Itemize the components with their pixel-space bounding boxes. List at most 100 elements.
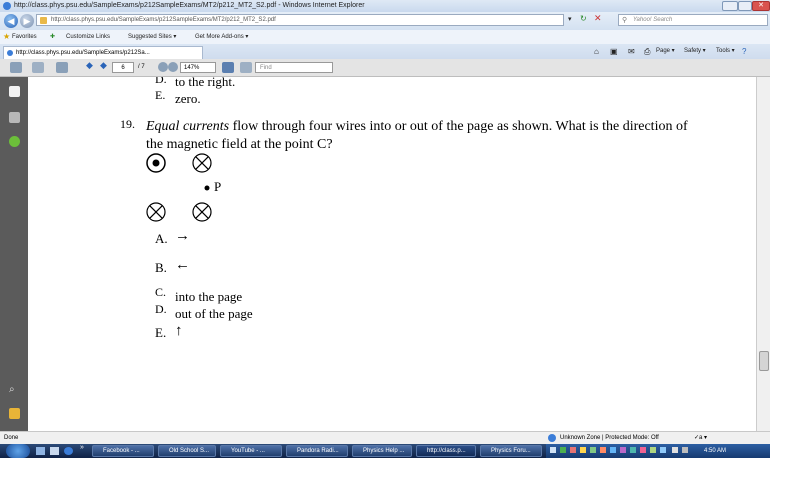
minimize-button[interactable] — [722, 1, 738, 11]
safety-menu[interactable]: Safety ▾ — [684, 44, 706, 59]
option-a-text: → — [175, 228, 190, 244]
tray-icon-6[interactable] — [600, 447, 606, 453]
tray-icon-9[interactable] — [630, 447, 636, 453]
attachment-icon[interactable]: ⌕ — [9, 384, 20, 395]
favorite-suggested-sites[interactable]: Suggested Sites ▾ — [128, 30, 176, 44]
comments-icon[interactable] — [9, 408, 20, 419]
option-b-text: ← — [175, 257, 190, 273]
next-page-icon[interactable]: ◆ — [100, 60, 107, 71]
fit-width-icon[interactable] — [240, 62, 252, 73]
taskbar-item-youtube[interactable]: YouTube - ... — [220, 445, 282, 457]
ie-logo-icon — [3, 2, 11, 10]
favorite-get-addons[interactable]: Get More Add-ons ▾ — [195, 30, 248, 44]
quicklaunch-more-icon[interactable]: » — [80, 444, 84, 451]
security-zone[interactable]: Unknown Zone | Protected Mode: Off — [560, 433, 659, 443]
question-emphasis: Equal currents — [146, 119, 230, 134]
back-icon[interactable]: ◀ — [4, 14, 18, 28]
taskbar-item-physics-forums[interactable]: Physics Foru... — [480, 445, 542, 457]
prev-option-e-letter: E. — [155, 88, 166, 102]
quicklaunch-icon-2[interactable] — [50, 447, 59, 455]
page-menu[interactable]: Page ▾ — [656, 44, 675, 59]
pdf-document: D. to the right. E. zero. 19. Equal curr… — [28, 77, 756, 431]
quicklaunch-ie-icon[interactable] — [64, 447, 73, 455]
wire-into-page-bottom-right — [192, 202, 212, 222]
favorites-button[interactable]: Favorites — [12, 30, 37, 44]
option-e-letter: E. — [155, 325, 167, 340]
zoom-out-icon[interactable] — [158, 62, 168, 72]
quicklaunch-icon-1[interactable] — [36, 447, 45, 455]
vertical-scrollbar[interactable] — [756, 77, 770, 431]
refresh-icon[interactable]: ↻ — [580, 14, 587, 23]
close-button[interactable]: ✕ — [752, 1, 770, 11]
print-pdf-icon[interactable] — [10, 62, 22, 73]
option-b-letter: B. — [155, 260, 167, 275]
tray-icon-12[interactable] — [660, 447, 666, 453]
favorites-star-icon[interactable]: ★ — [3, 30, 10, 44]
search-box[interactable]: ⚲ Yahoo! Search — [618, 14, 768, 26]
option-a-letter: A. — [155, 231, 168, 246]
maximize-button[interactable] — [738, 1, 752, 11]
tray-icon-10[interactable] — [640, 447, 646, 453]
tray-icon-7[interactable] — [610, 447, 616, 453]
tab-label: http://class.phys.psu.edu/SampleExams/p2… — [16, 50, 150, 56]
favorite-customize-links[interactable]: Customize Links — [66, 30, 110, 44]
question-text: flow through four wires into or out of t… — [229, 119, 688, 134]
start-button[interactable] — [6, 444, 30, 458]
forward-icon[interactable]: ▶ — [20, 14, 34, 28]
print-icon[interactable]: ⎙ — [644, 44, 650, 59]
find-input[interactable]: Find — [255, 62, 333, 73]
home-icon[interactable]: ⌂ — [594, 44, 599, 59]
pdf-sidebar — [0, 77, 28, 431]
prev-option-e-text: zero. — [175, 91, 201, 106]
window-title-bar: http://class.phys.psu.edu/SampleExams/p2… — [0, 0, 770, 12]
zoom-level[interactable]: ✓a ▾ — [694, 433, 707, 443]
taskbar-item-old-school[interactable]: Old School S... — [158, 445, 216, 457]
pages-panel-icon[interactable] — [9, 86, 20, 97]
address-dropdown-icon[interactable]: ▾ — [568, 15, 572, 23]
prev-page-icon[interactable]: ◆ — [86, 60, 93, 71]
prev-option-d-letter: D. — [155, 77, 167, 86]
feeds-icon[interactable]: ▣ — [610, 44, 618, 59]
taskbar-item-physics-help[interactable]: Physics Help ... — [352, 445, 412, 457]
tray-icon-4[interactable] — [580, 447, 586, 453]
stop-icon[interactable]: ✕ — [594, 13, 602, 24]
share-icon[interactable] — [56, 62, 68, 73]
question-number: 19. — [120, 117, 135, 131]
search-placeholder: Yahoo! Search — [633, 17, 673, 23]
mail-icon[interactable]: ✉ — [628, 44, 635, 59]
zoom-in-icon[interactable] — [168, 62, 178, 72]
yahoo-search-icon: ⚲ — [622, 17, 628, 24]
tab-active[interactable]: http://class.phys.psu.edu/SampleExams/p2… — [3, 46, 203, 59]
question-text-line1: Equal currents flow through four wires i… — [146, 119, 688, 135]
tray-icon-8[interactable] — [620, 447, 626, 453]
tray-icon-2[interactable] — [560, 447, 566, 453]
status-text: Done — [4, 435, 19, 441]
tray-icon-5[interactable] — [590, 447, 596, 453]
taskbar-item-facebook[interactable]: Facebook - ... — [92, 445, 154, 457]
scrollbar-thumb[interactable] — [759, 351, 769, 371]
point-p-dot — [204, 185, 210, 191]
network-icon[interactable] — [672, 447, 678, 453]
taskbar-item-pandora[interactable]: Pandora Radi... — [286, 445, 348, 457]
help-icon[interactable]: ? — [742, 44, 746, 59]
option-d-letter: D. — [155, 302, 167, 316]
page-number-input[interactable]: 6 — [112, 62, 134, 73]
help-panel-icon[interactable] — [9, 136, 20, 147]
fit-page-icon[interactable] — [222, 62, 234, 73]
tray-icon-1[interactable] — [550, 447, 556, 453]
system-tray: 4:50 AM — [546, 444, 770, 458]
tools-menu[interactable]: Tools ▾ — [716, 44, 735, 59]
volume-icon[interactable] — [682, 447, 688, 453]
taskbar-item-class-active[interactable]: http://class.p... — [416, 445, 476, 457]
prev-option-d-text: to the right. — [175, 77, 236, 89]
zoom-select[interactable]: 147% — [180, 62, 216, 73]
tray-icon-11[interactable] — [650, 447, 656, 453]
wire-into-page-top-right — [192, 153, 212, 173]
bookmarks-icon[interactable] — [9, 112, 20, 123]
address-bar[interactable]: http://class.phys.psu.edu/SampleExams/p2… — [36, 14, 564, 26]
add-favorite-icon[interactable]: ✚ — [50, 30, 55, 44]
save-pdf-icon[interactable] — [32, 62, 44, 73]
tray-icon-3[interactable] — [570, 447, 576, 453]
globe-icon — [548, 434, 556, 442]
clock[interactable]: 4:50 AM — [704, 445, 726, 457]
